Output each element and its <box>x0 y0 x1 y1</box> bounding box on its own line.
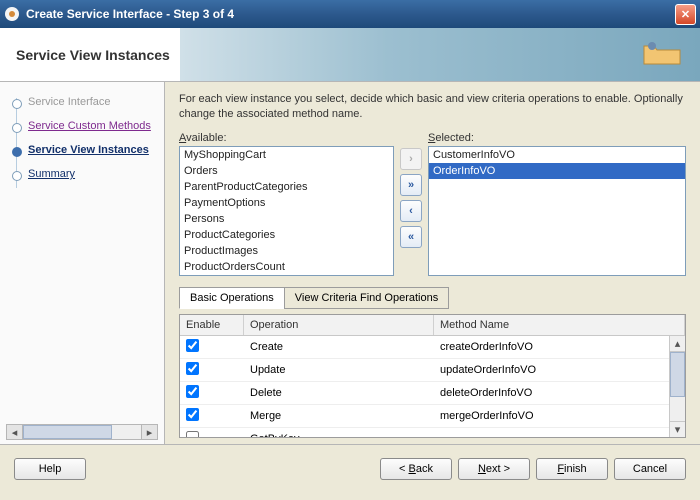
list-item[interactable]: ParentProductCategories <box>180 179 393 195</box>
move-all-left-button[interactable]: « <box>400 226 422 248</box>
list-item[interactable]: OrderInfoVO <box>429 163 685 179</box>
scroll-down-icon[interactable]: ▾ <box>670 421 685 437</box>
nav-step[interactable]: Service View Instances <box>0 138 164 162</box>
method-cell[interactable]: createOrderInfoVO <box>434 338 685 356</box>
scroll-up-icon[interactable]: ▴ <box>670 336 685 352</box>
method-cell[interactable]: updateOrderInfoVO <box>434 361 685 379</box>
nav-link[interactable]: Summary <box>28 168 75 180</box>
main-panel: For each view instance you select, decid… <box>165 82 700 444</box>
close-button[interactable]: ✕ <box>675 4 696 25</box>
intro-text: For each view instance you select, decid… <box>179 92 686 122</box>
cancel-button[interactable]: Cancel <box>614 458 686 480</box>
enable-checkbox[interactable] <box>186 339 199 352</box>
list-item[interactable]: ProductOrdersCount <box>180 259 393 275</box>
enable-checkbox[interactable] <box>186 408 199 421</box>
back-button[interactable]: < Back <box>380 458 452 480</box>
operation-cell: Create <box>244 338 434 356</box>
next-button[interactable]: Next > <box>458 458 530 480</box>
available-label: Available: <box>179 132 394 144</box>
app-icon <box>4 6 20 22</box>
list-item[interactable]: ProductCategories <box>180 227 393 243</box>
enable-checkbox[interactable] <box>186 362 199 375</box>
tab-basic-operations[interactable]: Basic Operations <box>179 287 285 309</box>
operation-cell: GetByKey <box>244 430 434 437</box>
list-item[interactable]: PaymentOptions <box>180 195 393 211</box>
available-listbox[interactable]: MyShoppingCartOrdersParentProductCategor… <box>179 146 394 276</box>
grid-v-scrollbar[interactable]: ▴ ▾ <box>669 336 685 437</box>
table-row: MergemergeOrderInfoVO <box>180 405 685 428</box>
header-band: Service View Instances <box>0 28 700 82</box>
title-bar: Create Service Interface - Step 3 of 4 ✕ <box>0 0 700 28</box>
footer: Help < Back Next > Finish Cancel <box>0 444 700 492</box>
page-title: Service View Instances <box>0 47 180 63</box>
nav-link[interactable]: Service View Instances <box>28 144 149 156</box>
operation-cell: Delete <box>244 384 434 402</box>
move-all-right-button[interactable]: » <box>400 174 422 196</box>
operation-cell: Update <box>244 361 434 379</box>
ops-tabs: Basic Operations View Criteria Find Oper… <box>179 286 686 308</box>
move-right-button[interactable]: › <box>400 148 422 170</box>
table-row: CreatecreateOrderInfoVO <box>180 336 685 359</box>
list-item[interactable]: CustomerInfoVO <box>429 147 685 163</box>
table-row: UpdateupdateOrderInfoVO <box>180 359 685 382</box>
scroll-left-icon[interactable]: ◂ <box>7 425 23 439</box>
operation-cell: Merge <box>244 407 434 425</box>
help-button[interactable]: Help <box>14 458 86 480</box>
window-title: Create Service Interface - Step 3 of 4 <box>26 7 675 21</box>
scroll-right-icon[interactable]: ▸ <box>141 425 157 439</box>
method-cell[interactable] <box>434 436 685 437</box>
enable-checkbox[interactable] <box>186 385 199 398</box>
nav-step[interactable]: Service Custom Methods <box>0 114 164 138</box>
ops-grid: Enable Operation Method Name Createcreat… <box>179 314 686 438</box>
nav-h-scrollbar[interactable]: ◂ ▸ <box>6 424 158 440</box>
list-item[interactable]: ProductImages <box>180 243 393 259</box>
table-row: DeletedeleteOrderInfoVO <box>180 382 685 405</box>
method-cell[interactable]: deleteOrderInfoVO <box>434 384 685 402</box>
finish-button[interactable]: Finish <box>536 458 608 480</box>
list-item[interactable]: Persons <box>180 211 393 227</box>
col-enable[interactable]: Enable <box>180 315 244 335</box>
selected-listbox[interactable]: CustomerInfoVOOrderInfoVO <box>428 146 686 276</box>
list-item[interactable]: MyShoppingCart <box>180 147 393 163</box>
enable-checkbox[interactable] <box>186 431 199 437</box>
wizard-nav: Service Interface Service Custom Methods S… <box>0 82 165 444</box>
shuttle-buttons: › » ‹ « <box>400 132 422 248</box>
col-method[interactable]: Method Name <box>434 315 685 335</box>
col-operation[interactable]: Operation <box>244 315 434 335</box>
move-left-button[interactable]: ‹ <box>400 200 422 222</box>
method-cell[interactable]: mergeOrderInfoVO <box>434 407 685 425</box>
list-item[interactable]: Orders <box>180 163 393 179</box>
table-row: GetByKey <box>180 428 685 437</box>
selected-label: Selected: <box>428 132 686 144</box>
tab-view-criteria[interactable]: View Criteria Find Operations <box>284 287 449 309</box>
nav-link[interactable]: Service Custom Methods <box>28 120 151 132</box>
grid-scroll-thumb[interactable] <box>670 352 685 397</box>
header-art <box>180 28 700 81</box>
folder-icon <box>642 38 682 68</box>
nav-step[interactable]: Summary <box>0 162 164 186</box>
nav-step: Service Interface <box>0 90 164 114</box>
scroll-thumb[interactable] <box>23 425 112 439</box>
